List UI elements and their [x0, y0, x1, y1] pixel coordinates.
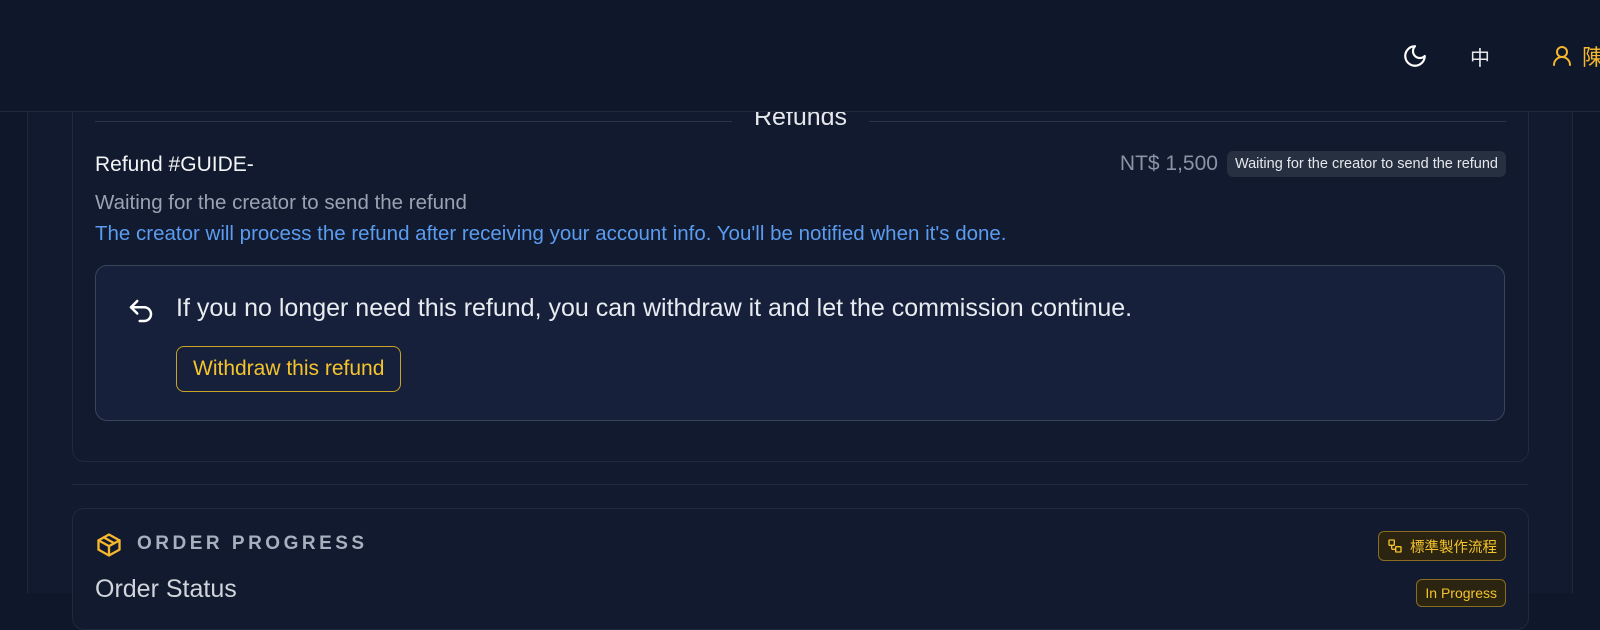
refund-info-text: The creator will process the refund afte…	[95, 222, 1007, 245]
refund-id: Refund #GUIDE-	[95, 153, 254, 176]
order-progress-card: ORDER PROGRESS 標準製作流程 Order Status In Pr…	[72, 508, 1529, 630]
process-template-badge[interactable]: 標準製作流程	[1378, 531, 1506, 561]
process-template-label: 標準製作流程	[1410, 539, 1497, 556]
user-icon	[1553, 46, 1571, 66]
user-name: 陳	[1582, 46, 1600, 71]
withdraw-refund-button[interactable]: Withdraw this refund	[176, 346, 402, 392]
refunds-card: Refunds Refund #GUIDE- NT$ 1,500 Waiting…	[72, 70, 1529, 462]
divider	[72, 484, 1528, 485]
language-switch-button[interactable]: 中	[1456, 34, 1504, 78]
order-status-label: Order Status	[95, 575, 237, 603]
refund-summary: NT$ 1,500 Waiting for the creator to sen…	[1120, 151, 1506, 177]
workflow-icon	[1388, 539, 1402, 553]
withdraw-refund-panel: If you no longer need this refund, you c…	[95, 265, 1505, 421]
status-badge: Waiting for the creator to send the refu…	[1226, 151, 1506, 177]
language-label: 中	[1470, 45, 1490, 70]
theme-toggle-button[interactable]	[1392, 34, 1438, 78]
refund-status-text: Waiting for the creator to send the refu…	[95, 191, 467, 214]
moon-icon	[1404, 45, 1426, 67]
withdraw-message: If you no longer need this refund, you c…	[176, 294, 1133, 322]
refund-amount: NT$ 1,500	[1119, 152, 1218, 175]
order-progress-heading: ORDER PROGRESS	[137, 533, 368, 554]
order-status-badge: In Progress	[1416, 579, 1506, 607]
undo-icon	[129, 299, 153, 323]
package-icon	[97, 533, 121, 557]
top-navbar: 中 陳	[0, 0, 1600, 112]
user-menu-button[interactable]: 陳	[1550, 34, 1600, 78]
